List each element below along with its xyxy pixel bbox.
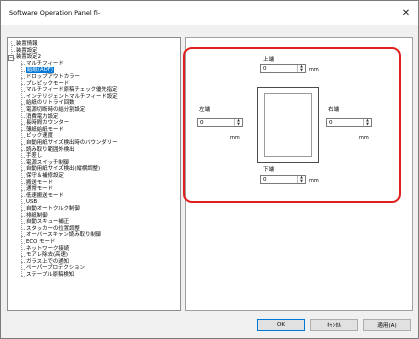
window-title: Software Operation Panel fi- (9, 9, 101, 17)
bottom-margin-spin-arrows[interactable]: ▲ ▼ (297, 175, 305, 184)
left-margin-spinbox[interactable]: 0 ▲ ▼ (197, 118, 243, 127)
top-margin-label: 上端 (263, 57, 275, 63)
tree-item-label: マルチフィード原稿チェック優先指定 (26, 87, 118, 94)
tree-item-label: ドロップアウトカラー (26, 74, 80, 80)
collapse-icon[interactable]: − (8, 54, 14, 61)
paper-diagram (257, 87, 319, 163)
tree-item-label: 自動オートクルク制御 (26, 206, 80, 212)
tree-item-label: 自動スキュー補正 (26, 219, 70, 226)
tree-item-label: 給紙のリトライ回数 (26, 100, 75, 107)
tree-item-label: 読み取り範囲外検出 (26, 146, 75, 153)
close-icon[interactable]: ✕ (398, 5, 414, 21)
tree-item-label: 装置情報 (16, 41, 38, 47)
tree-item-label: 自動用紙サイズ検出(縦横調整) (26, 166, 101, 173)
cancel-button[interactable]: ｷｬﾝｾﾙ (310, 319, 358, 331)
left-margin-spin-arrows[interactable]: ▲ ▼ (234, 118, 242, 127)
tree-item-label: プレピックモード (26, 80, 70, 87)
paper-margin-area (264, 93, 312, 157)
software-operation-panel-window: Software Operation Panel fi- ✕ 装置情報 装置設定装… (0, 0, 419, 339)
tree-item-label: 排紙制御 (26, 212, 48, 219)
spin-down-icon[interactable]: ▼ (364, 122, 371, 127)
tree-item-label: マルチフィード (26, 60, 64, 67)
tree-item-label: インテリジェントマルチフィード設定 (26, 93, 118, 100)
tree-item-label: モアレ除去(高速) (26, 252, 68, 259)
tree-item-label: オーバースキャン読み取り制御 (26, 232, 102, 239)
right-margin-spin-arrows[interactable]: ▲ ▼ (363, 118, 371, 127)
spin-down-icon[interactable]: ▼ (298, 179, 305, 184)
tree-item-label: ペーパープロテクション (26, 265, 85, 272)
right-margin-unit: mm (359, 135, 369, 141)
spin-down-icon[interactable]: ▼ (235, 122, 242, 127)
tree-item-label: スタッカーの位置調整 (26, 225, 80, 232)
tree-item-label: 低速搬送モード (26, 192, 64, 199)
top-margin-unit: mm (309, 67, 319, 73)
tree-item-label: 消費電力設定 (26, 113, 59, 120)
bottom-margin-value: 0 (263, 177, 267, 183)
left-margin-value: 0 (200, 120, 204, 126)
tree-item[interactable]: ステープル原稿検知 (26, 272, 74, 279)
tree-item-label: 電源スイッチ制御 (26, 159, 70, 166)
left-margin-unit: mm (230, 135, 240, 141)
top-margin-value: 0 (263, 66, 267, 72)
tree-item-label: 自動用紙サイズ検出時のバウンダリー (26, 140, 118, 146)
tree-item-label: ステープル原稿検知 (26, 272, 75, 278)
tree-item-label: ピック速度 (26, 133, 53, 140)
tree-item-label: 電源切断時の給分割設定 (26, 107, 86, 113)
tree-item-label: ネットワーク接続 (26, 245, 70, 252)
bottom-margin-spinbox[interactable]: 0 ▲ ▼ (260, 175, 306, 184)
bottom-margin-label: 下端 (263, 167, 275, 173)
settings-tree[interactable]: 装置情報 装置設定 装置設定2 マルチフィード 給紙(ADF) ドロップアウトカラー プレピ… (7, 37, 181, 311)
tree-item-label: 長時間カウンター (26, 120, 70, 127)
tree-connector (21, 60, 22, 276)
top-margin-spin-arrows[interactable]: ▲ ▼ (297, 64, 305, 73)
tree-item-label: 保守＆補修設定 (26, 173, 64, 179)
tree-item-label: ECO モード (26, 239, 56, 245)
right-margin-spinbox[interactable]: 0 ▲ ▼ (326, 118, 372, 127)
tree-item-label: ガラス上での通知 (26, 258, 70, 265)
tree-item-label: 装置設定2 (16, 54, 41, 61)
tree-item-label: 通常モード (26, 186, 53, 193)
right-margin-value: 0 (329, 120, 333, 126)
tree-item-label: USB (26, 199, 38, 206)
title-bar: Software Operation Panel fi- ✕ (1, 1, 418, 25)
bottom-margin-unit: mm (309, 178, 319, 184)
tree-item-label: 装置設定 (16, 47, 38, 54)
ok-button[interactable]: OK (257, 319, 305, 331)
left-margin-label: 左端 (199, 107, 211, 113)
tree-item-label: 手差し (26, 153, 43, 160)
spin-down-icon[interactable]: ▼ (298, 68, 305, 73)
top-margin-spinbox[interactable]: 0 ▲ ▼ (260, 64, 306, 73)
right-margin-label: 右端 (328, 107, 340, 113)
tree-item-label: 搬送モード (26, 179, 53, 186)
tree-item-label: 給紙(ADF) (26, 67, 54, 74)
tree-item-label: 薄紙給紙モード (26, 126, 64, 133)
apply-button[interactable]: 適用(A) (363, 319, 411, 331)
